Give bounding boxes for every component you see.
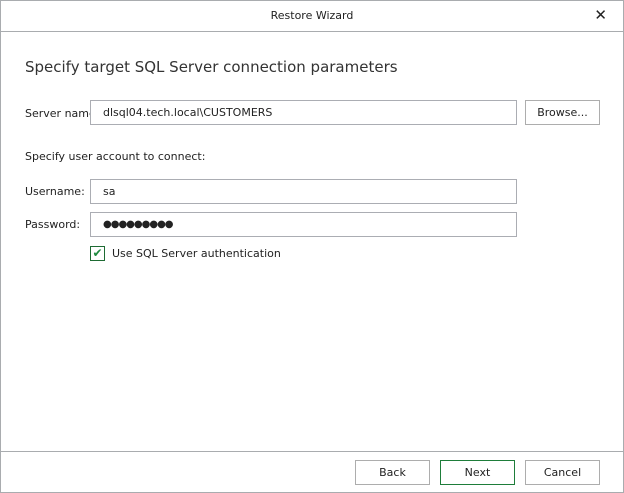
- page-title: Specify target SQL Server connection par…: [25, 58, 398, 76]
- account-prompt: Specify user account to connect:: [25, 150, 206, 163]
- sql-auth-checkbox[interactable]: ✔: [90, 246, 105, 261]
- window-title: Restore Wizard: [270, 9, 354, 22]
- sql-auth-label[interactable]: Use SQL Server authentication: [112, 247, 281, 260]
- back-button[interactable]: Back: [355, 460, 430, 485]
- password-label: Password:: [25, 218, 81, 231]
- checkmark-icon: ✔: [92, 246, 103, 260]
- cancel-button[interactable]: Cancel: [525, 460, 600, 485]
- username-label: Username:: [25, 185, 85, 198]
- footer-divider: [1, 451, 623, 452]
- password-input[interactable]: ●●●●●●●●●: [90, 212, 517, 237]
- title-bar: Restore Wizard ✕: [1, 1, 623, 32]
- close-icon[interactable]: ✕: [594, 6, 607, 24]
- username-input[interactable]: sa: [90, 179, 517, 204]
- server-name-label: Server name:: [25, 107, 100, 120]
- browse-button[interactable]: Browse...: [525, 100, 600, 125]
- restore-wizard-window: Restore Wizard ✕ Specify target SQL Serv…: [0, 0, 624, 493]
- server-name-input[interactable]: dlsql04.tech.local\CUSTOMERS: [90, 100, 517, 125]
- next-button[interactable]: Next: [440, 460, 515, 485]
